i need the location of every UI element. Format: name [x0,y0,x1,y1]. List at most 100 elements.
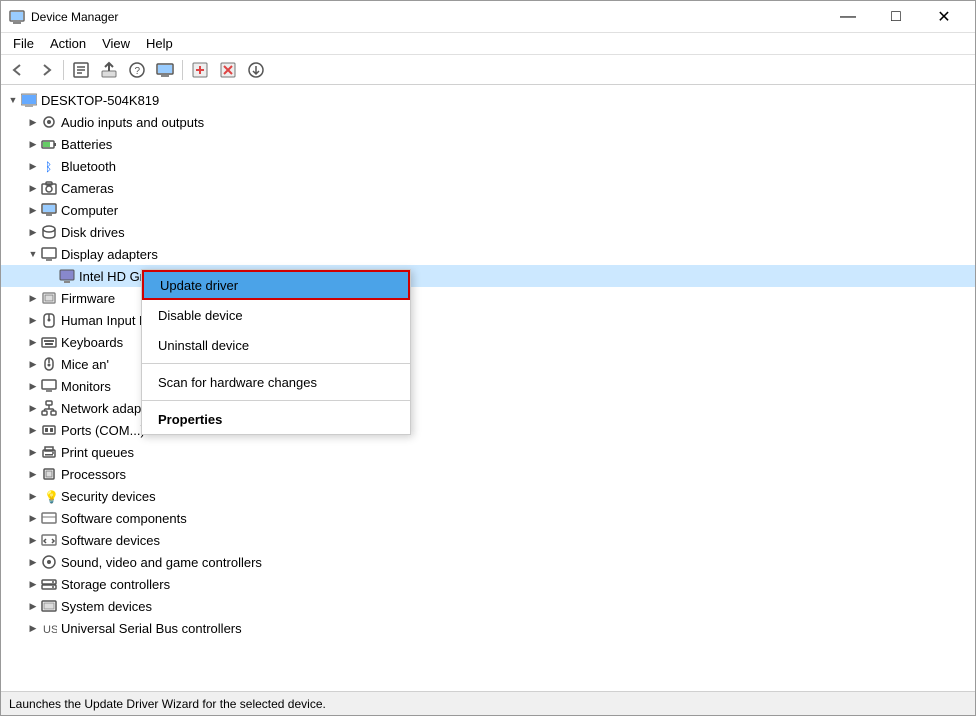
bluetooth-label: Bluetooth [61,159,116,174]
svg-text:💡: 💡 [44,490,57,504]
tree-item-computer[interactable]: ▶ Computer [1,199,975,221]
main-content: ▼ DESKTOP-504K819 ▶ Audio inputs and out… [1,85,975,691]
properties-label: Properties [158,412,222,427]
remove-button[interactable] [215,58,241,82]
window-icon [9,9,25,25]
root-label: DESKTOP-504K819 [41,93,159,108]
window-title: Device Manager [31,10,825,24]
window-controls: — □ ✕ [825,1,967,33]
monitors-label: Monitors [61,379,111,394]
monitor-icon [41,378,57,394]
context-menu-properties[interactable]: Properties [142,404,410,434]
download-button[interactable] [243,58,269,82]
storage-expand: ▶ [25,576,41,592]
display-icon [41,246,57,262]
help-button[interactable]: ? [124,58,150,82]
status-bar: Launches the Update Driver Wizard for th… [1,691,975,715]
bluetooth-icon: ᛒ [41,158,57,174]
firmware-expand: ▶ [25,290,41,306]
system-label: System devices [61,599,152,614]
context-menu-scan-hardware[interactable]: Scan for hardware changes [142,367,410,397]
tree-item-disk[interactable]: ▶ Disk drives [1,221,975,243]
batteries-label: Batteries [61,137,112,152]
back-button[interactable] [5,58,31,82]
camera-icon [41,180,57,196]
maximize-button[interactable]: □ [873,1,919,33]
tree-item-display[interactable]: ▼ Display adapters [1,243,975,265]
cameras-label: Cameras [61,181,114,196]
svg-text:?: ? [135,66,141,77]
minimize-button[interactable]: — [825,1,871,33]
network-expand: ▶ [25,400,41,416]
tree-item-sound[interactable]: ▶ Sound, video and game controllers [1,551,975,573]
menu-file[interactable]: File [5,34,42,53]
firmware-icon [41,290,57,306]
security-label: Security devices [61,489,156,504]
battery-icon [41,136,57,152]
title-bar: Device Manager — □ ✕ [1,1,975,33]
hid-icon [41,312,57,328]
ports-expand: ▶ [25,422,41,438]
tree-item-storage[interactable]: ▶ Storage controllers [1,573,975,595]
software-comp-expand: ▶ [25,510,41,526]
tree-item-system[interactable]: ▶ System devices [1,595,975,617]
audio-expand: ▶ [25,114,41,130]
context-menu: Update driver Disable device Uninstall d… [141,269,411,435]
usb-label: Universal Serial Bus controllers [61,621,242,636]
tree-item-usb[interactable]: ▶ USB Universal Serial Bus controllers [1,617,975,639]
context-menu-separator-2 [142,400,410,401]
context-menu-disable-device[interactable]: Disable device [142,300,410,330]
system-icon [41,598,57,614]
intel-display-icon [59,268,75,284]
mice-expand: ▶ [25,356,41,372]
ports-icon [41,422,57,438]
tree-item-cameras[interactable]: ▶ Cameras [1,177,975,199]
update-driver-label: Update driver [160,278,238,293]
tree-item-audio[interactable]: ▶ Audio inputs and outputs [1,111,975,133]
update-driver-toolbar-button[interactable] [96,58,122,82]
storage-icon [41,576,57,592]
tree-item-processors[interactable]: ▶ Processors [1,463,975,485]
software-dev-label: Software devices [61,533,160,548]
forward-button[interactable] [33,58,59,82]
firmware-label: Firmware [61,291,115,306]
menu-help[interactable]: Help [138,34,181,53]
context-menu-update-driver[interactable]: Update driver [142,270,410,300]
context-menu-uninstall-device[interactable]: Uninstall device [142,330,410,360]
context-menu-separator [142,363,410,364]
tree-item-software-comp[interactable]: ▶ Software components [1,507,975,529]
mice-label: Mice an' [61,357,109,372]
uninstall-device-label: Uninstall device [158,338,249,353]
sound-icon [41,554,57,570]
computer-label: Computer [61,203,118,218]
print-label: Print queues [61,445,134,460]
tree-item-software-dev[interactable]: ▶ Software devices [1,529,975,551]
tree-item-batteries[interactable]: ▶ Batteries [1,133,975,155]
usb-expand: ▶ [25,620,41,636]
tree-item-security[interactable]: ▶ 💡 Security devices [1,485,975,507]
computer-expand: ▶ [25,202,41,218]
close-button[interactable]: ✕ [921,1,967,33]
software-comp-label: Software components [61,511,187,526]
tree-item-print[interactable]: ▶ Print queues [1,441,975,463]
root-computer-icon [21,92,37,108]
system-expand: ▶ [25,598,41,614]
audio-icon [41,114,57,130]
disk-expand: ▶ [25,224,41,240]
hid-expand: ▶ [25,312,41,328]
menu-view[interactable]: View [94,34,138,53]
add-button[interactable] [187,58,213,82]
disable-device-label: Disable device [158,308,243,323]
menu-action[interactable]: Action [42,34,94,53]
properties-button[interactable] [68,58,94,82]
status-text: Launches the Update Driver Wizard for th… [9,697,326,711]
tree-root[interactable]: ▼ DESKTOP-504K819 [1,89,975,111]
batteries-expand: ▶ [25,136,41,152]
toolbar: ? [1,55,975,85]
cameras-expand: ▶ [25,180,41,196]
tree-item-bluetooth[interactable]: ▶ ᛒ Bluetooth [1,155,975,177]
display-button[interactable] [152,58,178,82]
disk-label: Disk drives [61,225,125,240]
processors-expand: ▶ [25,466,41,482]
software-comp-icon [41,510,57,526]
